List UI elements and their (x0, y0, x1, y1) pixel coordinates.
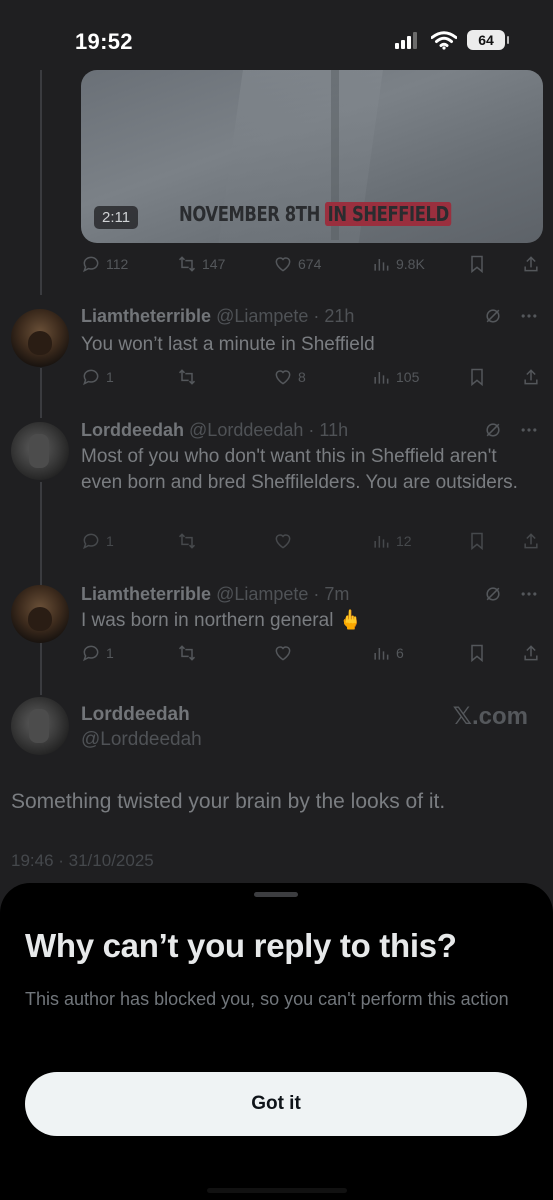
tweet-actions: 1 12 (81, 531, 541, 555)
reply-icon (83, 645, 99, 662)
share-icon (524, 369, 538, 385)
bookmark-icon (471, 532, 483, 551)
tweet-time: 11h (319, 420, 349, 440)
avatar[interactable] (11, 585, 69, 643)
like-icon (275, 257, 291, 272)
grok-icon[interactable] (483, 306, 503, 326)
status-bar: 19:52 64 (0, 0, 553, 80)
sheet-grabber[interactable] (254, 892, 298, 897)
x-logo-source: 𝕏.com (452, 703, 528, 730)
status-icons: 64 (395, 30, 509, 50)
repost-icon (178, 256, 196, 272)
more-icon[interactable] (519, 420, 539, 440)
bookmark-icon (471, 255, 483, 274)
repost-button[interactable]: 147 (177, 254, 225, 274)
home-indicator[interactable] (207, 1188, 347, 1193)
like-icon (275, 534, 291, 549)
tweet-actions: 112 147 674 9.8K (81, 254, 541, 278)
tweet-text: You won’t last a minute in Sheffield (81, 334, 375, 355)
bookmark-button[interactable] (467, 643, 487, 663)
avatar[interactable] (11, 422, 69, 480)
battery-icon: 64 (467, 30, 509, 50)
grok-icon[interactable] (483, 420, 503, 440)
main-tweet-avatar[interactable] (11, 697, 69, 755)
more-icon[interactable] (519, 306, 539, 326)
share-button[interactable] (521, 643, 541, 663)
repost-icon (178, 369, 196, 385)
tweet-time: 21h (324, 306, 355, 326)
thread-line (40, 70, 42, 295)
views-icon (374, 259, 389, 271)
share-icon (524, 645, 538, 661)
grok-icon[interactable] (483, 584, 503, 604)
views-button[interactable]: 6 (371, 643, 404, 663)
like-button[interactable]: 8 (273, 367, 306, 387)
views-button[interactable]: 105 (371, 367, 419, 387)
tweet-time: 7m (324, 584, 350, 604)
reply-icon (83, 369, 99, 386)
like-button[interactable] (273, 531, 298, 551)
tweet-actions: 1 8 105 (81, 367, 541, 391)
share-button[interactable] (521, 367, 541, 387)
sheet-title: Why can’t you reply to this? (25, 927, 457, 964)
sheet-description: This author has blocked you, so you can'… (25, 989, 509, 1009)
status-time: 19:52 (75, 29, 133, 54)
wifi-icon (431, 30, 457, 50)
share-button[interactable] (521, 254, 541, 274)
main-tweet-author-name[interactable]: Lorddeedah (81, 704, 190, 726)
main-tweet-timestamp: 19:46 · 31/10/2025 (11, 851, 154, 870)
share-icon (524, 256, 538, 272)
reply-button[interactable]: 112 (81, 254, 128, 274)
thread-line (40, 482, 42, 587)
reply-button[interactable]: 1 (81, 643, 114, 663)
bookmark-button[interactable] (467, 254, 487, 274)
main-tweet-author-handle[interactable]: @Lorddeedah (81, 729, 202, 751)
bookmark-icon (471, 368, 483, 387)
video-duration: 2:11 (94, 206, 139, 229)
blocked-reply-sheet: Why can’t you reply to this? This author… (0, 883, 553, 1200)
bookmark-icon (471, 644, 483, 663)
got-it-button[interactable]: Got it (25, 1072, 527, 1136)
reply-button[interactable]: 1 (81, 531, 114, 551)
repost-icon (178, 533, 196, 549)
reply-icon (83, 256, 99, 273)
like-button[interactable]: 674 (273, 254, 321, 274)
avatar[interactable] (11, 309, 69, 367)
share-button[interactable] (521, 531, 541, 551)
views-button[interactable]: 12 (371, 531, 412, 551)
tweet-actions: 1 6 (81, 643, 541, 667)
thread-screen: 19:52 64 2:11 NOVEMBER 8TH IN SHEFFIELD (0, 0, 553, 1200)
repost-button[interactable] (177, 643, 202, 663)
share-icon (524, 533, 538, 549)
like-icon (275, 370, 291, 385)
views-button[interactable]: 9.8K (371, 254, 425, 274)
author-name[interactable]: Liamtheterrible (81, 584, 211, 604)
author-name[interactable]: Liamtheterrible (81, 306, 211, 326)
cellular-icon (395, 32, 417, 49)
like-button[interactable] (273, 643, 298, 663)
repost-icon (178, 645, 196, 661)
bookmark-button[interactable] (467, 367, 487, 387)
author-handle[interactable]: @Lorddeedah (189, 420, 303, 440)
author-handle[interactable]: @Liampete (216, 306, 308, 326)
bookmark-button[interactable] (467, 531, 487, 551)
video-player[interactable]: 2:11 NOVEMBER 8TH IN SHEFFIELD (81, 70, 543, 243)
author-handle[interactable]: @Liampete (216, 584, 308, 604)
thread-line (40, 368, 42, 418)
views-icon (374, 372, 389, 384)
video-caption: NOVEMBER 8TH IN SHEFFIELD (179, 202, 452, 226)
reply-button[interactable]: 1 (81, 367, 114, 387)
author-name[interactable]: Lorddeedah (81, 420, 184, 440)
views-icon (374, 648, 389, 660)
thread-line (40, 640, 42, 695)
repost-button[interactable] (177, 531, 202, 551)
reply-icon (83, 533, 99, 550)
like-icon (275, 646, 291, 661)
more-icon[interactable] (519, 584, 539, 604)
tweet-text: Most of you who don't want this in Sheff… (81, 446, 518, 493)
views-icon (374, 536, 389, 548)
tweet-text: I was born in northern general 🖕 (81, 610, 363, 631)
repost-button[interactable] (177, 367, 202, 387)
main-tweet-text: Something twisted your brain by the look… (11, 790, 446, 813)
